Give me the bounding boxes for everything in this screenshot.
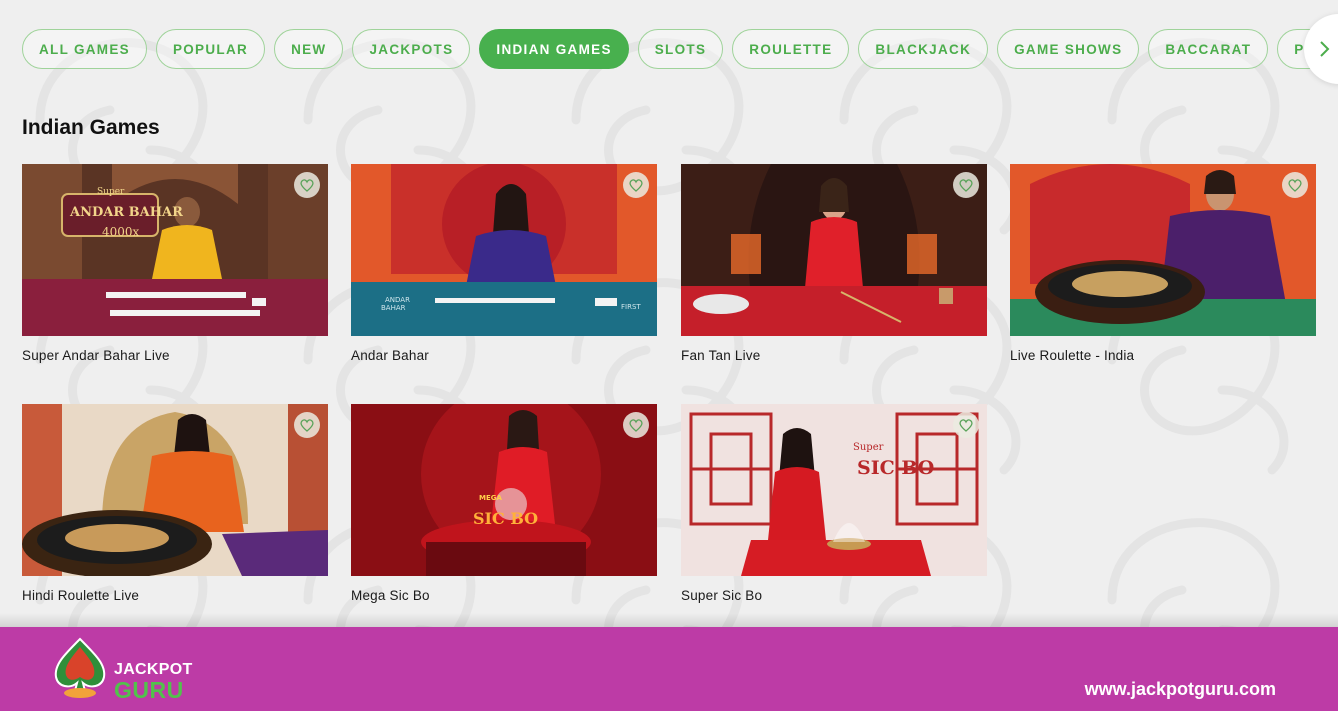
heart-icon — [629, 178, 643, 192]
section-title: Indian Games — [22, 116, 160, 139]
thumb-text-sic-bo: SIC BO — [473, 509, 538, 528]
thumb-text-super: Super — [97, 187, 125, 197]
game-thumbnail[interactable] — [1010, 164, 1316, 336]
heart-icon — [300, 178, 314, 192]
hindi-roulette-scene — [22, 404, 328, 576]
game-thumbnail[interactable]: ANDAR BAHAR FIRST — [351, 164, 657, 336]
live-roulette-india-scene — [1010, 164, 1316, 336]
tabs-next-button[interactable] — [1304, 14, 1338, 84]
game-title[interactable]: Mega Sic Bo — [351, 588, 657, 603]
thumb-text-andar-bahar: ANDAR BAHAR — [69, 205, 183, 220]
thumb-text-sic-bo: SIC BO — [857, 457, 934, 479]
game-tile-hindi-roulette-live[interactable]: Hindi Roulette Live — [22, 404, 328, 603]
heart-icon — [959, 178, 973, 192]
thumb-text-bahar: BAHAR — [381, 304, 406, 312]
footer-shadow — [0, 613, 1338, 627]
game-title[interactable]: Super Sic Bo — [681, 588, 987, 603]
game-title[interactable]: Andar Bahar — [351, 348, 657, 363]
heart-icon — [959, 418, 973, 432]
game-tile-mega-sic-bo[interactable]: MEGA SIC BO Mega Sic Bo — [351, 404, 657, 603]
game-title[interactable]: Fan Tan Live — [681, 348, 987, 363]
game-thumbnail[interactable] — [22, 404, 328, 576]
favorite-button[interactable] — [294, 172, 320, 198]
favorite-button[interactable] — [623, 172, 649, 198]
game-tile-super-sic-bo[interactable]: Super SIC BO Super Sic Bo — [681, 404, 987, 603]
tab-jackpots[interactable]: JACKPOTS — [352, 29, 471, 69]
game-title[interactable]: Live Roulette - India — [1010, 348, 1316, 363]
chevron-right-icon — [1320, 41, 1330, 57]
tab-roulette[interactable]: ROULETTE — [732, 29, 850, 69]
thumb-text-multiplier: 4000x — [102, 225, 140, 239]
thumb-text-andar: ANDAR — [385, 296, 410, 304]
tab-all-games[interactable]: ALL GAMES — [22, 29, 147, 69]
game-title[interactable]: Super Andar Bahar Live — [22, 348, 328, 363]
heart-icon — [629, 418, 643, 432]
category-tabs: ALL GAMES POPULAR NEW JACKPOTS INDIAN GA… — [22, 29, 1338, 69]
footer-banner: JACKPOT GURU www.jackpotguru.com — [0, 627, 1338, 711]
game-tile-fan-tan-live[interactable]: Fan Tan Live — [681, 164, 987, 363]
favorite-button[interactable] — [1282, 172, 1308, 198]
tab-game-shows[interactable]: GAME SHOWS — [997, 29, 1140, 69]
tab-popular[interactable]: POPULAR — [155, 29, 266, 69]
tab-baccarat[interactable]: BACCARAT — [1148, 29, 1269, 69]
thumb-text-first: FIRST — [621, 303, 641, 311]
game-thumbnail[interactable]: Super SIC BO — [681, 404, 987, 576]
favorite-button[interactable] — [623, 412, 649, 438]
tab-new[interactable]: NEW — [274, 29, 344, 69]
super-sic-bo-scene: Super SIC BO — [681, 404, 987, 576]
tab-indian-games[interactable]: INDIAN GAMES — [479, 29, 629, 69]
favorite-button[interactable] — [953, 412, 979, 438]
tab-slots[interactable]: SLOTS — [637, 29, 724, 69]
favorite-button[interactable] — [953, 172, 979, 198]
tab-blackjack[interactable]: BLACKJACK — [858, 29, 989, 69]
game-tile-andar-bahar[interactable]: ANDAR BAHAR FIRST Andar Bahar — [351, 164, 657, 363]
game-title[interactable]: Hindi Roulette Live — [22, 588, 328, 603]
game-tile-super-andar-bahar-live[interactable]: ANDAR BAHAR Super 4000x Super Andar Baha… — [22, 164, 328, 363]
heart-icon — [300, 418, 314, 432]
game-thumbnail[interactable] — [681, 164, 987, 336]
game-thumbnail[interactable]: MEGA SIC BO — [351, 404, 657, 576]
heart-icon — [1288, 178, 1302, 192]
game-thumbnail[interactable]: ANDAR BAHAR Super 4000x — [22, 164, 328, 336]
favorite-button[interactable] — [294, 412, 320, 438]
game-tile-live-roulette-india[interactable]: Live Roulette - India — [1010, 164, 1316, 363]
thumb-text-mega: MEGA — [479, 494, 502, 502]
spade-mascot-icon — [54, 637, 106, 698]
logo-text-guru: GURU — [114, 677, 184, 703]
jackpotguru-logo[interactable]: JACKPOT GURU — [50, 635, 210, 705]
footer-website-link[interactable]: www.jackpotguru.com — [1085, 679, 1276, 700]
fan-tan-scene — [681, 164, 987, 336]
thumb-text-super: Super — [853, 442, 884, 453]
andar-bahar-scene: ANDAR BAHAR FIRST — [351, 164, 657, 336]
super-andar-bahar-scene: ANDAR BAHAR Super 4000x — [22, 164, 328, 336]
mega-sic-bo-scene: MEGA SIC BO — [351, 404, 657, 576]
